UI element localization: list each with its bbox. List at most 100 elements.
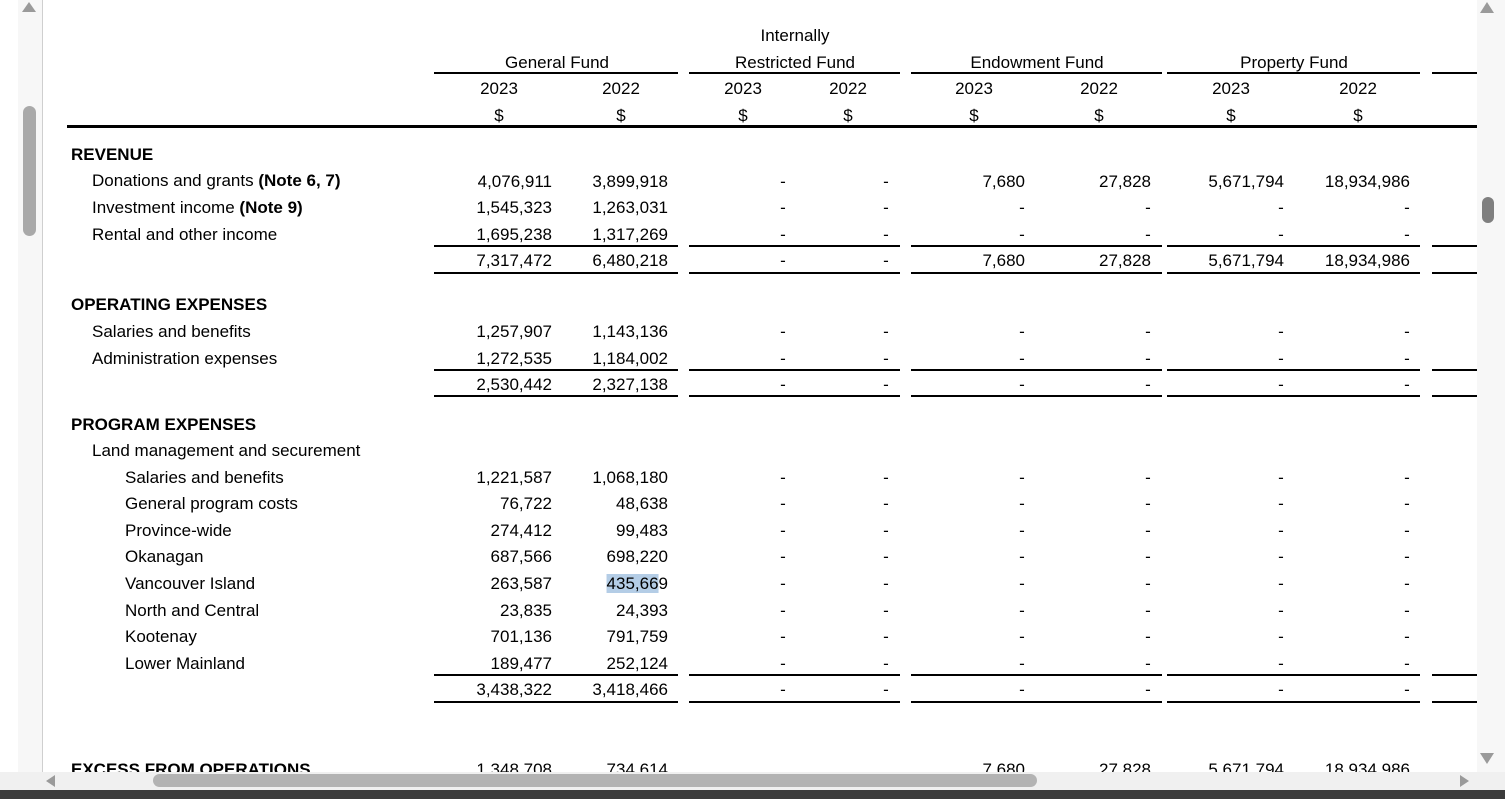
- dash: -: [1019, 680, 1025, 699]
- dash: -: [883, 627, 889, 646]
- dash: -: [1019, 322, 1025, 341]
- dash: -: [1404, 349, 1410, 368]
- program-row-label: Kootenay: [125, 627, 197, 646]
- dash: -: [1278, 601, 1284, 620]
- dash: -: [1019, 627, 1025, 646]
- dash: -: [883, 601, 889, 620]
- left-gutter: [0, 0, 18, 790]
- dash: -: [1019, 574, 1025, 593]
- cell: 18,934,986: [1324, 760, 1410, 772]
- currency-2: $: [616, 106, 626, 125]
- dash: -: [1019, 225, 1025, 244]
- horizontal-scroll-thumb[interactable]: [153, 774, 1037, 787]
- dash: -: [1278, 680, 1284, 699]
- total-rule: [689, 701, 900, 703]
- scroll-left-arrow-icon[interactable]: [46, 775, 55, 787]
- header-rule-property: [1167, 72, 1420, 74]
- cell: 1,184,002: [592, 349, 668, 368]
- total-rule: [1167, 395, 1420, 397]
- scroll-up-arrow-icon[interactable]: [22, 2, 36, 12]
- dash: -: [883, 547, 889, 566]
- dash: -: [1404, 574, 1410, 593]
- cell: 27,828: [1099, 760, 1151, 772]
- year-endow-2022: 2022: [1080, 79, 1118, 98]
- year-internal-2022: 2022: [829, 79, 867, 98]
- dash: -: [1145, 322, 1151, 341]
- cell: 6,480,218: [592, 251, 668, 270]
- text-selection[interactable]: 435,66: [606, 574, 659, 593]
- program-row-label: Okanagan: [125, 547, 204, 566]
- program-row-label: North and Central: [125, 601, 260, 620]
- row-label-donations: Donations and grants (Note 6, 7): [92, 171, 341, 190]
- cell: 99,483: [616, 521, 668, 540]
- subtotal-rule: [1167, 369, 1420, 371]
- right-scroll-thumb[interactable]: [1482, 197, 1494, 223]
- left-vertical-scrollbar[interactable]: [18, 0, 43, 772]
- cell: 263,587: [490, 574, 552, 593]
- cell: 7,680: [982, 172, 1025, 191]
- total-rule: [434, 701, 678, 703]
- dash: -: [1278, 574, 1284, 593]
- dash: -: [1145, 654, 1151, 673]
- cell: 76,722: [500, 494, 552, 513]
- currency-4: $: [843, 106, 853, 125]
- right-vertical-scrollbar[interactable]: [1477, 0, 1505, 772]
- dash: -: [883, 680, 889, 699]
- dash: -: [780, 251, 786, 270]
- dash: -: [883, 251, 889, 270]
- header-rule-endowment: [911, 72, 1162, 74]
- scroll-right-arrow-icon[interactable]: [1460, 775, 1469, 787]
- cell: 18,934,986: [1324, 172, 1410, 191]
- dash: -: [780, 521, 786, 540]
- horizontal-scrollbar[interactable]: [0, 772, 1505, 790]
- cell: 1,695,238: [476, 225, 552, 244]
- dash: -: [1145, 521, 1151, 540]
- header-general-fund: General Fund: [505, 53, 609, 72]
- cell: 2,327,138: [592, 375, 668, 394]
- dash: -: [1278, 547, 1284, 566]
- dash: -: [1404, 198, 1410, 217]
- subtotal-rule: [1167, 674, 1420, 676]
- cell: 791,759: [606, 627, 668, 646]
- header-property-fund: Property Fund: [1240, 53, 1348, 72]
- pdf-viewer: General Fund Internally Restricted Fund …: [0, 0, 1505, 799]
- scroll-down-arrow-icon[interactable]: [1480, 753, 1494, 764]
- cell: 27,828: [1099, 172, 1151, 191]
- dash: -: [780, 601, 786, 620]
- dash: -: [883, 375, 889, 394]
- header-bottom-rule: [67, 125, 1477, 128]
- currency-7: $: [1226, 106, 1236, 125]
- cell: 3,899,918: [592, 172, 668, 191]
- dash: -: [883, 468, 889, 487]
- subtotal-rule: [911, 674, 1162, 676]
- dash: -: [1145, 198, 1151, 217]
- revenue-heading: REVENUE: [71, 145, 154, 164]
- dash: -: [1145, 574, 1151, 593]
- cell: 1,348,708: [476, 760, 552, 772]
- dash: -: [780, 349, 786, 368]
- cell: 1,143,136: [592, 322, 668, 341]
- left-scroll-thumb[interactable]: [23, 106, 36, 236]
- header-internally-line2: Restricted Fund: [735, 53, 855, 72]
- dash: -: [1019, 198, 1025, 217]
- cell-with-selection[interactable]: 435,669: [606, 574, 668, 594]
- cell: 48,638: [616, 494, 668, 513]
- cell: 687,566: [490, 547, 552, 566]
- currency-6: $: [1094, 106, 1104, 125]
- dash: -: [1278, 521, 1284, 540]
- dash: -: [780, 627, 786, 646]
- subtotal-rule: [689, 674, 900, 676]
- subtotal-rule: [1432, 369, 1477, 371]
- dash: -: [780, 494, 786, 513]
- dash: -: [1278, 198, 1284, 217]
- scroll-up-arrow-icon[interactable]: [1480, 2, 1494, 13]
- cell: 1,272,535: [476, 349, 552, 368]
- dash: -: [780, 654, 786, 673]
- dash: -: [1404, 627, 1410, 646]
- row-label-investment: Investment income (Note 9): [92, 198, 303, 217]
- header-rule-next: [1432, 72, 1477, 74]
- cell: 189,477: [490, 654, 552, 673]
- total-rule: [911, 701, 1162, 703]
- dash: -: [1278, 349, 1284, 368]
- currency-8: $: [1353, 106, 1363, 125]
